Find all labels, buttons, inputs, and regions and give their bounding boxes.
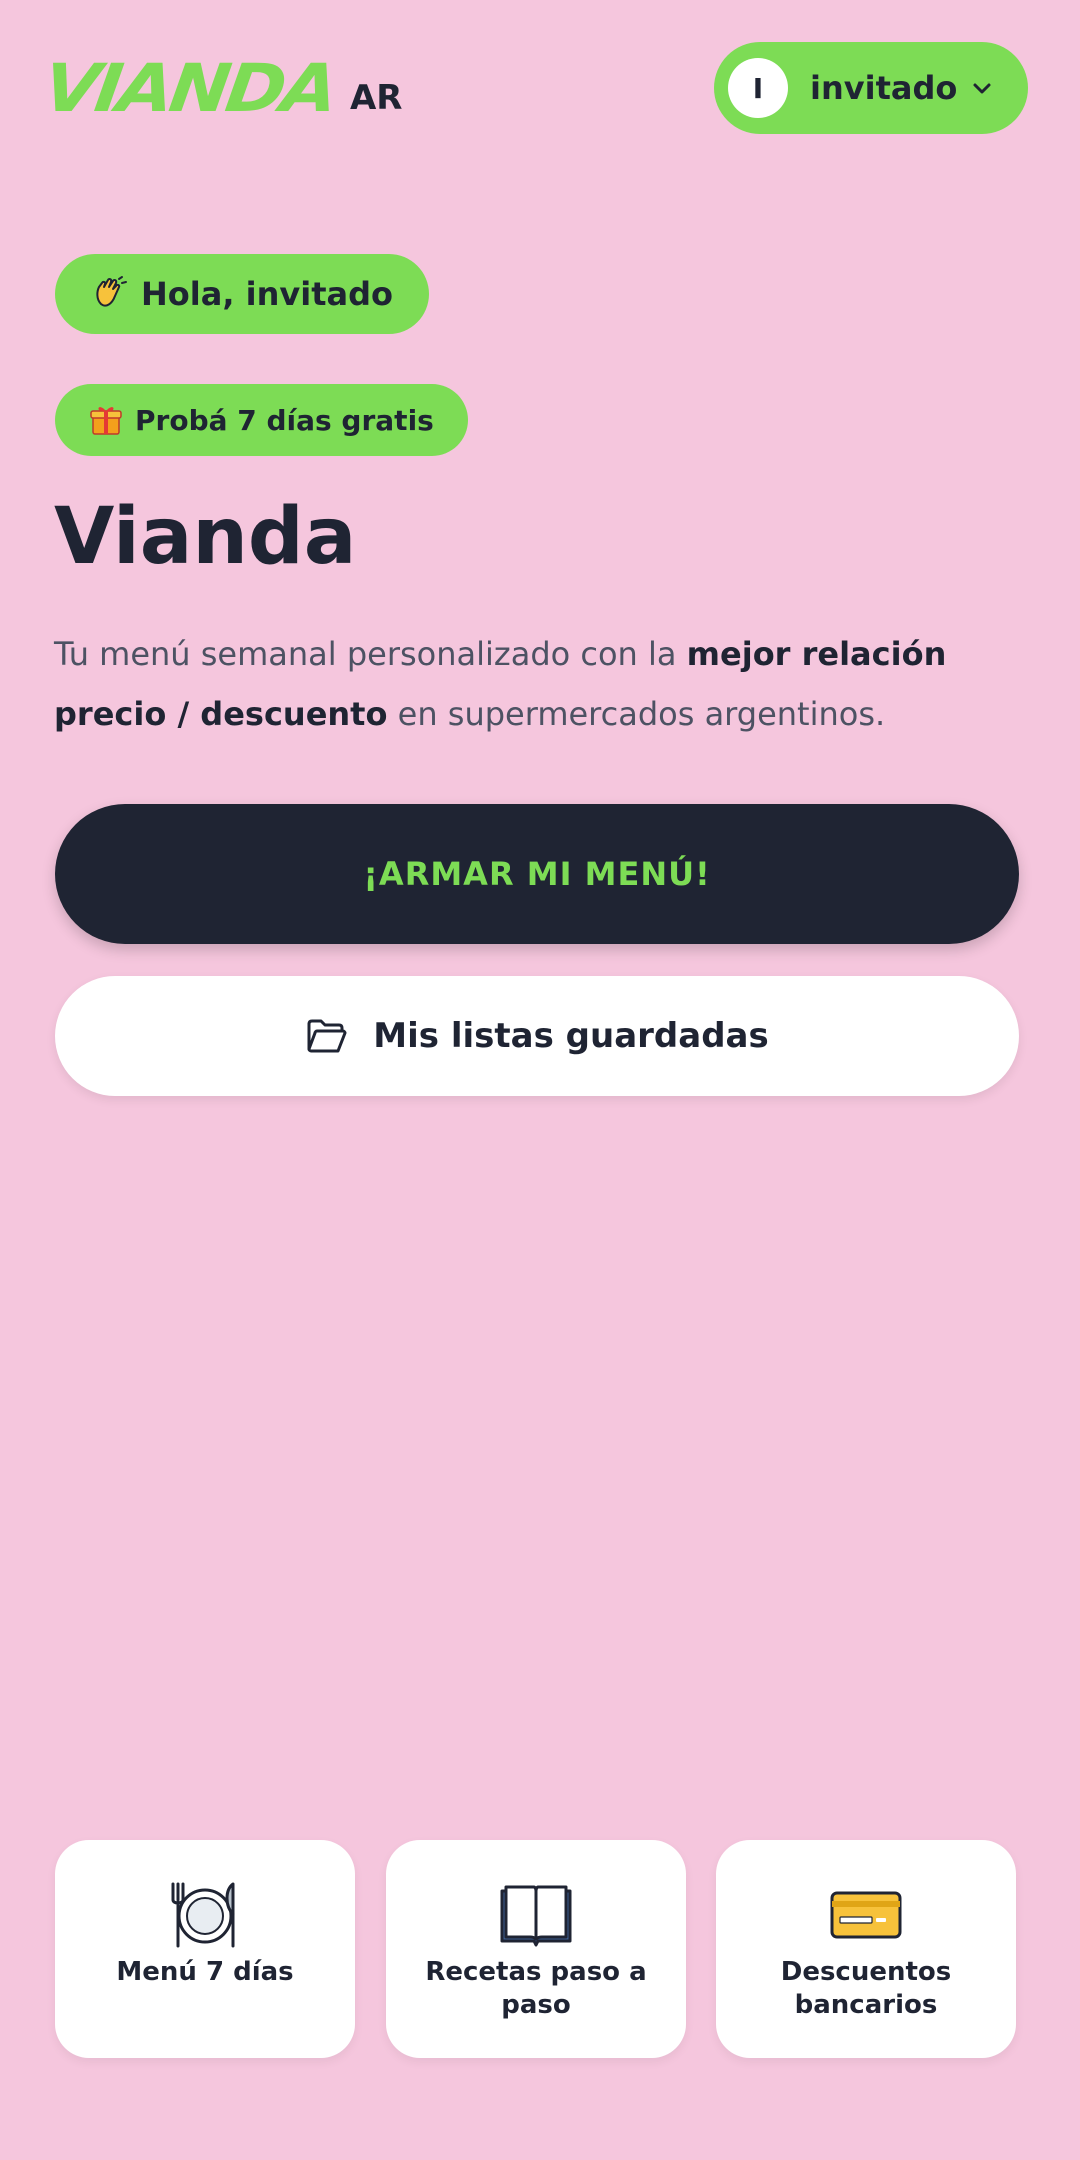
trial-badge[interactable]: Probá 7 días gratis [55,384,468,456]
subtitle-text-2: en supermercados argentinos. [387,695,886,733]
feature-label: Recetas paso a paso [425,1957,647,2020]
plate-cutlery-icon [167,1880,243,1950]
user-menu-button[interactable]: I invitado [714,42,1028,134]
feature-card-menu[interactable]: Menú 7 días [55,1840,355,2058]
credit-card-icon [828,1880,904,1950]
saved-lists-button[interactable]: Mis listas guardadas [55,976,1019,1096]
folder-open-icon [307,1019,347,1053]
feature-label: Descuentos bancarios [780,1957,952,2020]
greeting-badge: Hola, invitado [55,254,429,334]
subtitle-text-1: Tu menú semanal personalizado con la [54,635,687,673]
feature-label: Menú 7 días [116,1957,294,1987]
feature-card-discounts[interactable]: Descuentos bancarios [716,1840,1016,2058]
chevron-down-icon [973,83,991,94]
user-name: invitado [810,69,958,107]
saved-lists-label: Mis listas guardadas [373,1016,769,1056]
feature-card-recipes[interactable]: Recetas paso a paso [386,1840,686,2058]
greeting-text: Hola, invitado [141,275,393,313]
build-menu-button[interactable]: ¡ARMAR MI MENÚ! [55,804,1019,944]
logo-wordmark: VIANDA [38,49,340,127]
logo-country-code: AR [349,78,403,118]
open-book-icon [498,1880,574,1950]
avatar: I [728,58,788,118]
trial-text: Probá 7 días gratis [135,403,434,437]
page-title: Vianda [54,492,357,582]
page-subtitle: Tu menú semanal personalizado con la mej… [54,624,974,744]
gift-icon [89,403,123,437]
waving-hand-icon [89,274,129,314]
app-header: VIANDA AR I invitado [0,0,1080,180]
logo[interactable]: VIANDA AR [39,49,403,126]
